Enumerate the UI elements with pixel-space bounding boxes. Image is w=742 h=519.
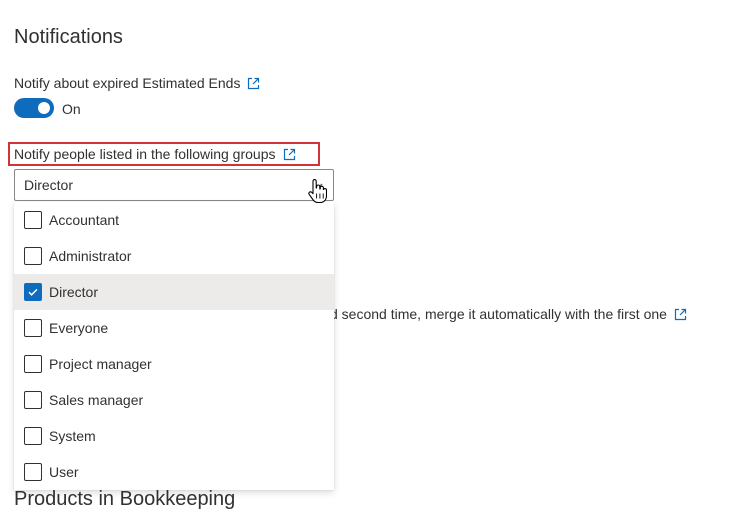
products-bookkeeping-title: Products in Bookkeeping (14, 488, 236, 510)
checkmark-icon (28, 288, 38, 296)
external-link-icon[interactable] (247, 77, 260, 90)
checkbox[interactable] (24, 427, 42, 445)
toggle-state-label: On (62, 101, 81, 117)
option-user[interactable]: User (14, 454, 334, 490)
option-label: Everyone (49, 320, 109, 336)
combobox-selected-value: Director (24, 177, 74, 193)
option-sales-manager[interactable]: Sales manager (14, 382, 334, 418)
option-label: Director (49, 284, 99, 300)
expired-estimated-ends-text: Notify about expired Estimated Ends (14, 75, 241, 91)
option-label: Sales manager (49, 392, 144, 408)
option-administrator[interactable]: Administrator (14, 238, 334, 274)
option-label: Administrator (49, 248, 132, 264)
notify-groups-label: Notify people listed in the following gr… (14, 146, 296, 162)
merge-automatically-text: d second time, merge it automatically wi… (330, 306, 667, 322)
notify-groups-text: Notify people listed in the following gr… (14, 146, 276, 162)
option-system[interactable]: System (14, 418, 334, 454)
toggle-knob (38, 102, 50, 114)
option-label: Project manager (49, 356, 152, 372)
checkbox[interactable] (24, 355, 42, 373)
notifications-title: Notifications (14, 26, 123, 48)
option-project-manager[interactable]: Project manager (14, 346, 334, 382)
expired-notify-toggle[interactable] (14, 98, 54, 118)
checkbox[interactable] (24, 463, 42, 481)
checkbox[interactable] (24, 247, 42, 265)
external-link-icon[interactable] (283, 148, 296, 161)
groups-dropdown-list: Accountant Administrator Director Everyo… (14, 202, 334, 490)
checkbox[interactable] (24, 391, 42, 409)
option-label: Accountant (49, 212, 120, 228)
option-label: System (49, 428, 96, 444)
checkbox-checked[interactable] (24, 283, 42, 301)
checkbox[interactable] (24, 211, 42, 229)
option-label: User (49, 464, 79, 480)
checkbox[interactable] (24, 319, 42, 337)
external-link-icon[interactable] (674, 308, 687, 321)
option-accountant[interactable]: Accountant (14, 202, 334, 238)
expired-estimated-ends-label: Notify about expired Estimated Ends (14, 75, 260, 91)
option-director[interactable]: Director (14, 274, 334, 310)
hand-cursor-icon (307, 178, 328, 204)
groups-combobox[interactable]: Director (14, 169, 334, 201)
option-everyone[interactable]: Everyone (14, 310, 334, 346)
merge-automatically-label: d second time, merge it automatically wi… (330, 306, 687, 322)
